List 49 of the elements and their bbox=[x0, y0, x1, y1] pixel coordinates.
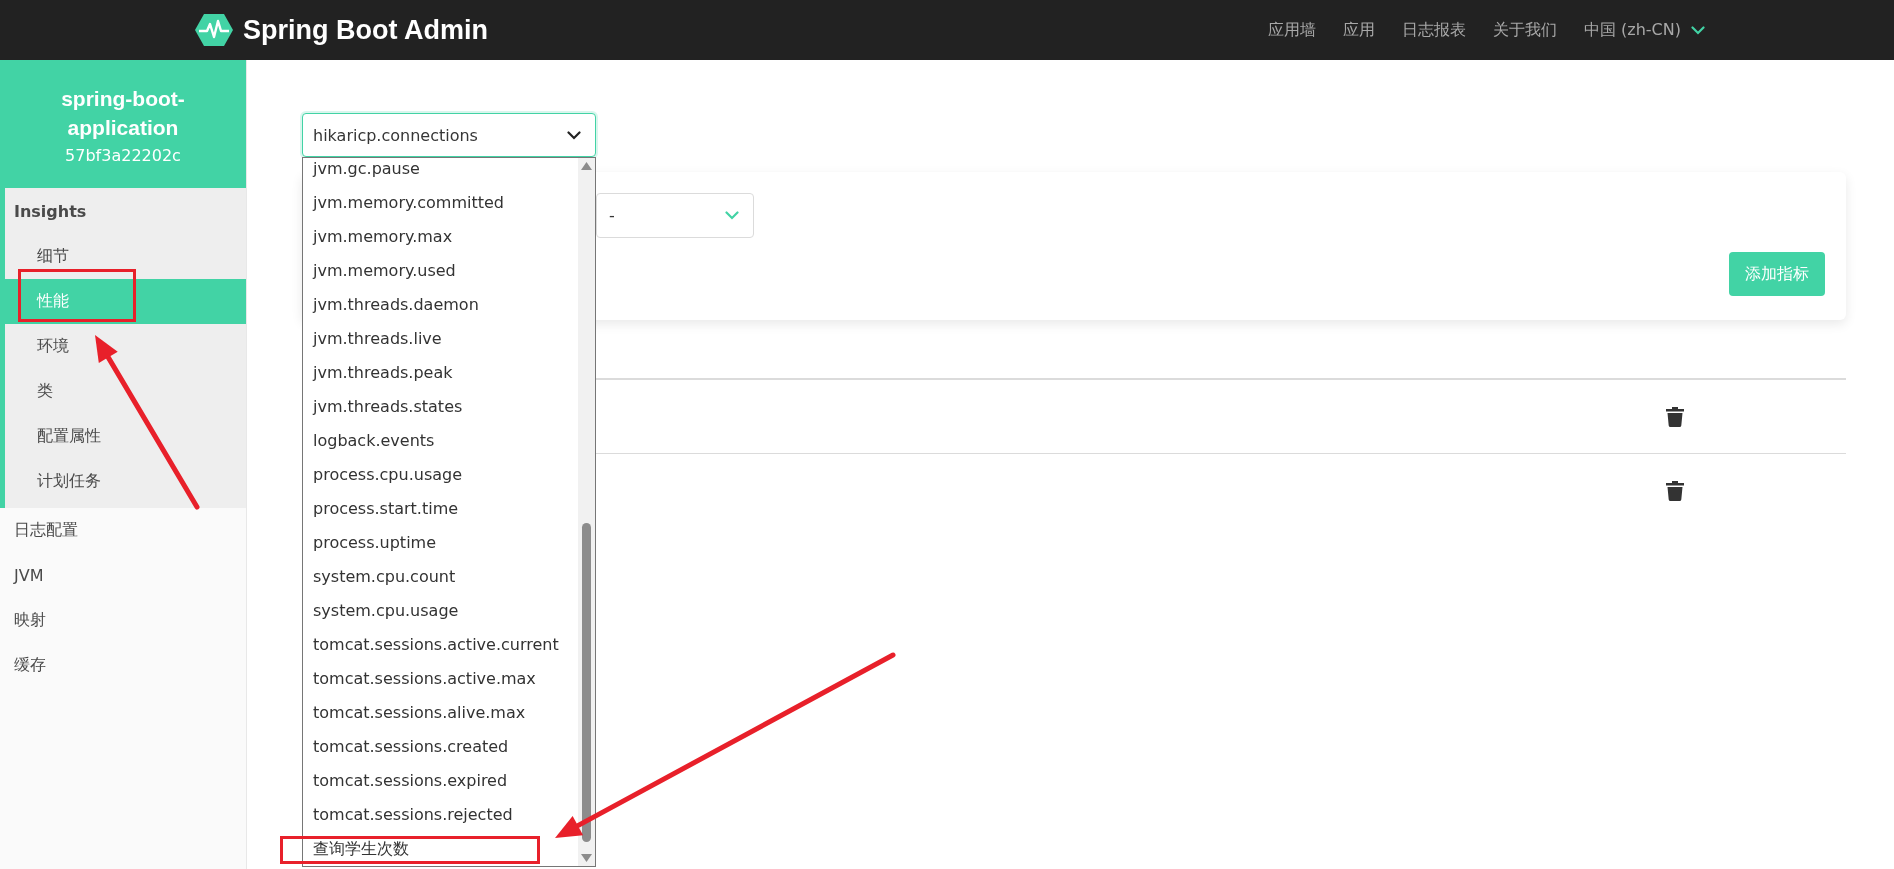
tag-select[interactable]: - bbox=[596, 193, 754, 238]
chevron-down-icon bbox=[1691, 25, 1705, 35]
nav-link[interactable]: 日志报表 bbox=[1401, 19, 1466, 41]
app-title: Spring Boot Admin bbox=[243, 14, 488, 46]
instance-id: 57bf3a22202c bbox=[65, 145, 181, 165]
option-item[interactable]: process.cpu.usage bbox=[303, 458, 578, 492]
option-item[interactable]: tomcat.sessions.active.max bbox=[303, 662, 578, 696]
trash-icon[interactable] bbox=[1666, 406, 1684, 427]
sidebar-item[interactable]: 日志配置 bbox=[0, 508, 246, 553]
heartbeat-logo-icon bbox=[195, 13, 233, 47]
nav-link[interactable]: 关于我们 bbox=[1492, 19, 1557, 41]
scroll-up-icon bbox=[581, 162, 592, 170]
option-item[interactable]: jvm.threads.live bbox=[303, 322, 578, 356]
sidebar-item[interactable]: 类 bbox=[5, 369, 246, 414]
option-item[interactable]: jvm.threads.daemon bbox=[303, 288, 578, 322]
scroll-down-icon bbox=[581, 854, 592, 862]
option-item[interactable]: tomcat.sessions.expired bbox=[303, 764, 578, 798]
option-item[interactable]: jvm.threads.peak bbox=[303, 356, 578, 390]
option-item[interactable]: process.start.time bbox=[303, 492, 578, 526]
sidebar-item[interactable]: 计划任务 bbox=[5, 459, 246, 504]
nav-link[interactable]: 应用墙 bbox=[1267, 19, 1316, 41]
application-name: spring-boot-application bbox=[60, 85, 186, 141]
option-item[interactable]: jvm.memory.max bbox=[303, 220, 578, 254]
option-item[interactable]: jvm.memory.committed bbox=[303, 186, 578, 220]
scrollbar-thumb[interactable] bbox=[582, 523, 591, 842]
option-item[interactable]: jvm.gc.pause bbox=[303, 158, 578, 186]
option-item[interactable]: tomcat.sessions.created bbox=[303, 730, 578, 764]
metric-select[interactable]: hikaricp.connections bbox=[302, 113, 596, 157]
nav-link[interactable]: 应用 bbox=[1342, 19, 1375, 41]
sidebar-item[interactable]: 缓存 bbox=[0, 643, 246, 688]
option-item[interactable]: system.cpu.count bbox=[303, 560, 578, 594]
option-item[interactable]: tomcat.sessions.alive.max bbox=[303, 696, 578, 730]
trash-icon[interactable] bbox=[1666, 481, 1684, 501]
chevron-down-icon bbox=[725, 211, 739, 220]
option-item[interactable]: tomcat.sessions.rejected bbox=[303, 798, 578, 832]
option-item[interactable]: system.cpu.usage bbox=[303, 594, 578, 628]
option-item[interactable]: logback.events bbox=[303, 424, 578, 458]
language-dropdown[interactable]: 中国 (zh-CN) bbox=[1583, 19, 1705, 41]
sidebar-item[interactable]: 环境 bbox=[5, 324, 246, 369]
option-item[interactable]: jvm.memory.used bbox=[303, 254, 578, 288]
sidebar-item[interactable]: 细节 bbox=[5, 234, 246, 279]
option-item[interactable]: process.uptime bbox=[303, 526, 578, 560]
sidebar-group-heading[interactable]: Insights bbox=[5, 188, 246, 234]
sidebar-item[interactable]: JVM bbox=[0, 553, 246, 598]
chevron-down-icon bbox=[567, 130, 581, 140]
option-item[interactable]: tomcat.sessions.active.current bbox=[303, 628, 578, 662]
sidebar-item[interactable]: 映射 bbox=[0, 598, 246, 643]
option-item[interactable]: jvm.threads.states bbox=[303, 390, 578, 424]
sidebar-item[interactable]: 配置属性 bbox=[5, 414, 246, 459]
